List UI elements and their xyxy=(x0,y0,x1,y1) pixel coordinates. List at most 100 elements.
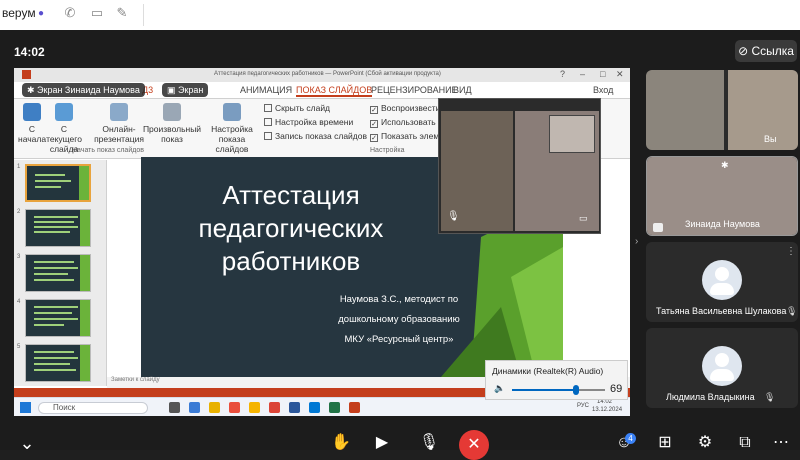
microphone-icon[interactable]: 🎙 xyxy=(447,211,460,222)
share-label-2: ▣ Экран xyxy=(162,83,209,97)
tab-review[interactable]: РЕЦЕНЗИРОВАНИЕ xyxy=(371,85,458,95)
hide-slide-icon xyxy=(264,104,272,112)
show-controls-checkbox[interactable]: ✓ Показать элеме xyxy=(370,131,444,142)
slide-title-line: работников xyxy=(221,246,361,276)
hangup-button[interactable]: ✕ xyxy=(459,430,489,460)
rehearse-label: Настройка времени xyxy=(275,117,354,127)
rehearse-button[interactable]: Настройка времени xyxy=(264,117,353,127)
more-icon[interactable]: ⋯ xyxy=(768,430,794,456)
powerpoint-taskbar-icon[interactable] xyxy=(349,402,360,413)
app-icon[interactable] xyxy=(189,402,200,413)
participant-tile[interactable]: Людмила Владыкина 🎙 xyxy=(646,328,798,408)
chevron-down-icon[interactable]: ⌄ xyxy=(14,430,40,456)
explorer-icon[interactable] xyxy=(209,402,220,413)
phone-icon[interactable]: ✆ xyxy=(62,5,78,21)
checkbox-icon: ✓ xyxy=(370,134,378,142)
camera-icon[interactable]: ▶ xyxy=(369,430,395,456)
slide-subtitle-line: МКУ «Ресурсный центр» xyxy=(344,334,454,345)
audio-device-label: Динамики (Realtek(R) Audio) xyxy=(492,366,604,376)
group-label-start: Начать показ слайдов xyxy=(72,147,144,154)
browser-icon[interactable] xyxy=(249,402,260,413)
hand-icon[interactable]: ✋ xyxy=(328,430,354,456)
taskbar-search[interactable]: Поиск xyxy=(38,402,148,414)
use-timings-label: Использовать xyxy=(381,117,436,127)
share-label-text: Экран Зинаида Наумова xyxy=(37,85,140,95)
divider xyxy=(143,4,144,26)
more-icon[interactable]: ⋮ xyxy=(786,246,796,257)
record-label: Запись показа слайдов xyxy=(275,131,367,141)
slide-subtitle: Наумова З.С., методист по дошкольному об… xyxy=(319,290,479,350)
rehearse-icon xyxy=(264,118,272,126)
tray-language[interactable]: РУС xyxy=(577,403,589,409)
microphone-icon[interactable]: 🎙 xyxy=(416,430,442,456)
speaker-icon[interactable]: 🔈 xyxy=(494,383,505,394)
custom-show-button[interactable]: Произвольный показ xyxy=(142,103,202,144)
volume-slider-thumb[interactable] xyxy=(573,385,579,395)
online-presentation-button[interactable]: Онлайн-презентация xyxy=(90,103,148,144)
edge-icon[interactable] xyxy=(309,402,320,413)
pin-icon[interactable]: ✱ xyxy=(721,160,729,171)
link-button[interactable]: ⊘ Ссылка xyxy=(735,40,797,62)
avatar xyxy=(702,260,742,300)
chrome-icon[interactable] xyxy=(269,402,280,413)
slide-thumbnail[interactable] xyxy=(25,299,91,337)
online-icon xyxy=(110,103,128,121)
edit-icon[interactable]: ✎ xyxy=(114,5,130,21)
excel-icon[interactable] xyxy=(329,402,340,413)
participant-name: Татьяна Васильевна Шулакова xyxy=(656,306,787,316)
online-label: Онлайн-презентация xyxy=(94,124,144,144)
checkbox-icon: ✓ xyxy=(370,120,378,128)
task-view-icon[interactable] xyxy=(169,402,180,413)
participant-name: Вы xyxy=(764,134,777,144)
slideshow-start-icon xyxy=(23,103,41,121)
ppt-titlebar: Аттестация педагогических работников — P… xyxy=(14,68,630,82)
video-feed xyxy=(646,70,724,150)
word-icon[interactable] xyxy=(289,402,300,413)
settings-icon[interactable]: ⚙ xyxy=(692,430,718,456)
participant-tile[interactable]: ⋮ Татьяна Васильевна Шулакова 🎙 xyxy=(646,242,798,322)
floating-video[interactable]: 🎙 ▭ xyxy=(438,98,601,234)
slide-subtitle-line: Наумова З.С., методист по xyxy=(339,294,459,305)
thumb-number: 5 xyxy=(17,344,21,350)
use-timings-checkbox[interactable]: ✓ Использовать xyxy=(370,117,436,128)
tab-animation[interactable]: АНИМАЦИЯ xyxy=(240,85,292,95)
verified-icon: ● xyxy=(38,8,45,19)
tab-slideshow[interactable]: ПОКАЗ СЛАЙДОВ xyxy=(296,85,373,97)
play-narrations-checkbox[interactable]: ✓ Воспроизвести xyxy=(370,103,440,114)
yandex-icon[interactable] xyxy=(229,402,240,413)
thumb-number: 1 xyxy=(17,164,21,170)
record-button[interactable]: Запись показа слайдов xyxy=(264,131,367,141)
slide-thumbnail[interactable] xyxy=(25,164,91,202)
taskbar-search-label: Поиск xyxy=(53,403,76,412)
pin-icon: ✱ xyxy=(27,85,38,95)
layout-icon[interactable]: ⊞ xyxy=(652,430,678,456)
chat-title: верум xyxy=(2,6,36,20)
link-button-label: Ссылка xyxy=(751,44,794,58)
close-icon[interactable]: ✕ xyxy=(616,69,624,80)
participant-tile[interactable]: Вы xyxy=(646,70,798,150)
setup-show-button[interactable]: Настройка показа слайдов xyxy=(202,103,262,154)
archive-icon[interactable]: ▭ xyxy=(89,5,105,21)
powerpoint-icon xyxy=(22,70,31,79)
slide-thumbnail[interactable] xyxy=(25,254,91,292)
screen-share-icon xyxy=(653,223,663,232)
top-strip: верум ● ✆ ▭ ✎ xyxy=(0,0,800,30)
participant-tile-active[interactable]: ✱ Зинаида Наумова xyxy=(646,156,798,236)
chevron-right-icon[interactable]: › xyxy=(635,236,638,247)
screen-share-icon[interactable]: ▭ xyxy=(579,213,588,224)
hangup-icon: ✕ xyxy=(467,436,481,453)
windows-start-icon[interactable] xyxy=(20,402,31,413)
thumb-number: 2 xyxy=(17,209,21,215)
hide-slide-label: Скрыть слайд xyxy=(275,103,331,113)
help-icon[interactable]: ? xyxy=(560,69,565,79)
tray-date: 13.12.2024 xyxy=(592,407,623,413)
slide-thumbnail[interactable] xyxy=(25,209,91,247)
login-link[interactable]: Вход xyxy=(593,85,613,95)
maximize-icon[interactable]: □ xyxy=(600,69,605,79)
volume-slider-track xyxy=(577,389,605,391)
hide-slide-button[interactable]: Скрыть слайд xyxy=(264,103,330,113)
minimize-icon[interactable]: – xyxy=(580,69,585,79)
share-icon[interactable]: ⧉ xyxy=(732,430,758,456)
slide-thumbnail[interactable] xyxy=(25,344,91,382)
tab-view[interactable]: ВИД xyxy=(453,85,472,95)
